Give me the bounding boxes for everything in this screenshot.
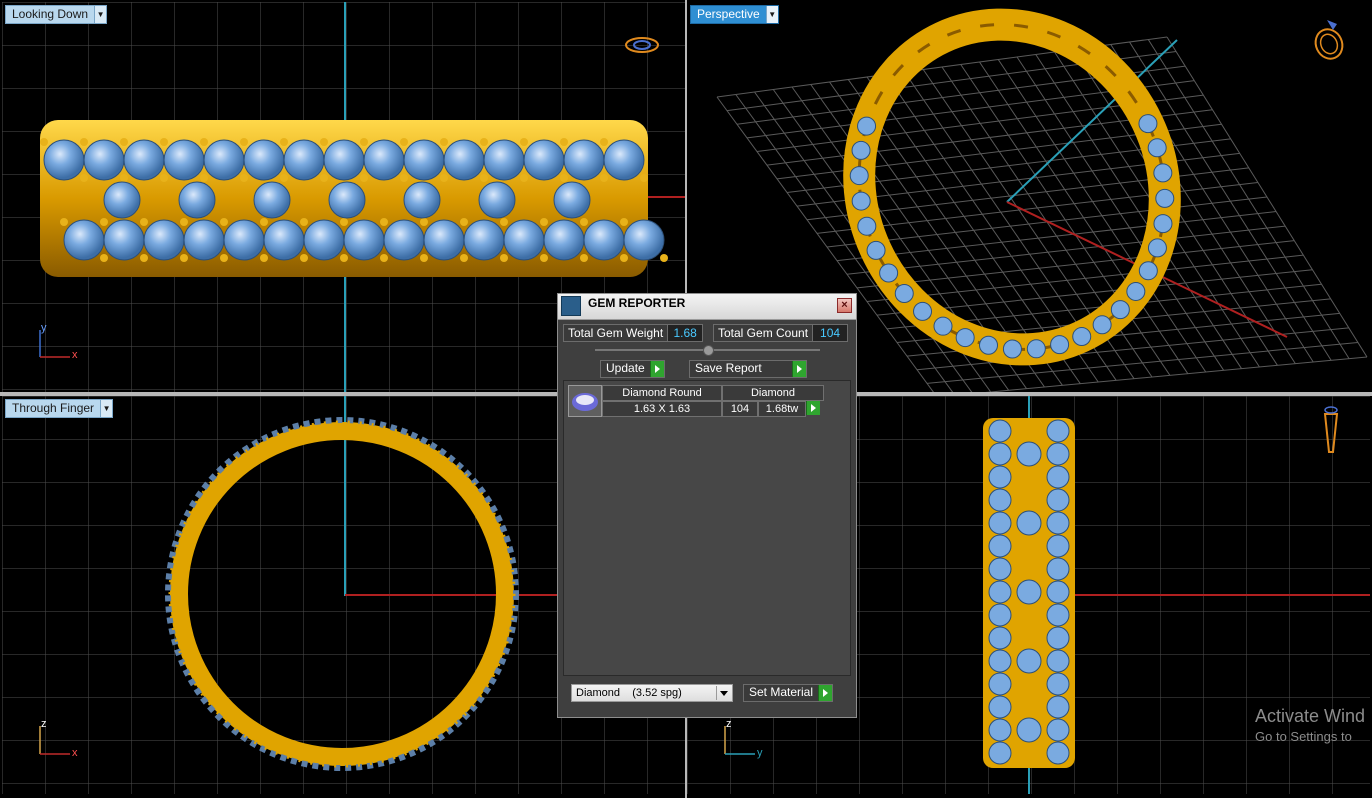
watermark-line-2: Go to Settings to (1255, 729, 1352, 744)
activation-watermark: Activate Wind Go to Settings to (1255, 706, 1365, 744)
dialog-titlebar[interactable]: GEM REPORTER × (558, 294, 856, 320)
view-ring-icon[interactable] (1319, 404, 1343, 456)
axis-label-horizontal: x (72, 747, 78, 759)
gem-weight: 1.68tw (758, 401, 806, 417)
gem-reporter-icon (561, 296, 581, 316)
gem-row-action-button[interactable] (806, 401, 820, 415)
chevron-down-icon[interactable]: ▼ (765, 6, 778, 23)
axis-label-vertical: y (41, 322, 47, 334)
total-weight-field: Total Gem Weight 1.68 (563, 324, 704, 342)
play-arrow-icon[interactable] (818, 685, 833, 701)
total-count-label: Total Gem Count (713, 324, 814, 342)
save-report-button[interactable]: Save Report (689, 360, 807, 378)
total-weight-value: 1.68 (668, 324, 704, 342)
gem-list-item[interactable]: Diamond Round Diamond 1.63 X 1.63 104 1.… (568, 385, 824, 417)
total-count-field: Total Gem Count 104 (713, 324, 849, 342)
gem-shape: Diamond Round (602, 385, 722, 401)
material-select[interactable]: Diamond (3.52 spg) (571, 684, 733, 702)
viewport-label: Looking Down (12, 7, 89, 21)
set-material-button[interactable]: Set Material (743, 684, 834, 702)
set-material-label: Set Material (749, 685, 814, 699)
axis-label-vertical: z (41, 718, 47, 730)
update-label: Update (606, 361, 645, 375)
update-button[interactable]: Update (600, 360, 665, 378)
panel-slider-knob[interactable] (703, 345, 714, 356)
play-arrow-icon[interactable] (649, 361, 664, 377)
gem-reporter-dialog[interactable]: GEM REPORTER × Total Gem Weight 1.68 Tot… (557, 293, 857, 718)
viewport-label: Through Finger (12, 401, 95, 415)
play-arrow-icon[interactable] (806, 401, 820, 415)
axis-label-horizontal: y (757, 747, 763, 759)
gem-list[interactable]: Diamond Round Diamond 1.63 X 1.63 104 1.… (563, 380, 851, 676)
chevron-down-icon[interactable] (716, 686, 731, 700)
viewport-tab-looking-down[interactable]: Looking Down ▼ (5, 5, 108, 24)
total-weight-label: Total Gem Weight (563, 324, 669, 342)
material-select-value: Diamond (3.52 spg) (576, 687, 682, 699)
close-button[interactable]: × (837, 298, 852, 313)
total-count-value: 104 (813, 324, 849, 342)
gem-count: 104 (722, 401, 758, 417)
view-ring-icon[interactable] (1309, 16, 1349, 62)
chevron-down-icon[interactable]: ▼ (100, 400, 113, 417)
round-gem-icon (568, 385, 602, 417)
gem-size: 1.63 X 1.63 (602, 401, 722, 417)
view-ring-icon[interactable] (624, 34, 660, 56)
watermark-line-1: Activate Wind (1255, 706, 1366, 726)
viewport-label: Perspective (697, 7, 760, 21)
save-report-label: Save Report (695, 361, 762, 375)
gem-material: Diamond (722, 385, 824, 401)
chevron-down-icon[interactable]: ▼ (94, 6, 107, 23)
viewport-tab-through-finger[interactable]: Through Finger ▼ (5, 399, 114, 418)
axis-label-vertical: z (726, 718, 732, 730)
viewport-tab-perspective[interactable]: Perspective ▼ (690, 5, 779, 24)
play-arrow-icon[interactable] (791, 361, 806, 377)
axis-label-horizontal: x (72, 349, 78, 361)
dialog-title: GEM REPORTER (588, 296, 686, 310)
